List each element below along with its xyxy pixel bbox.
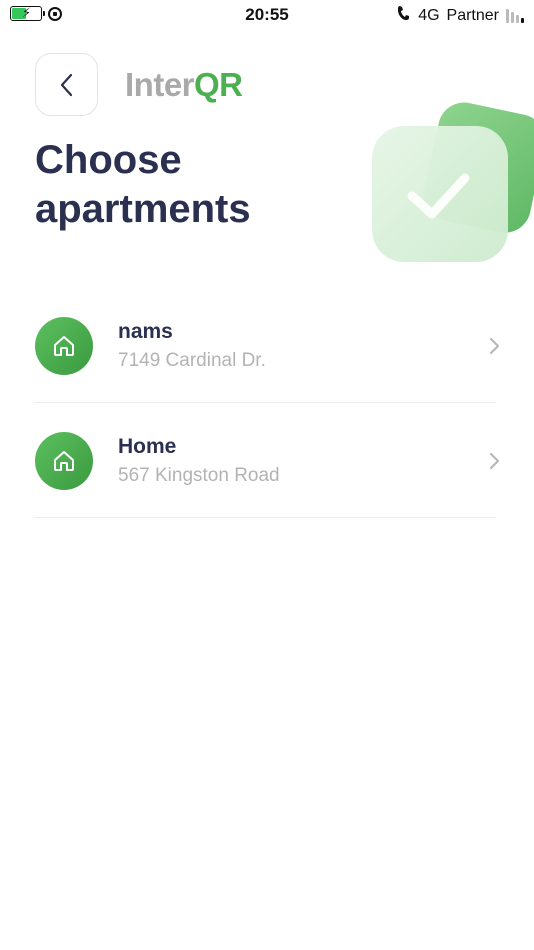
back-button[interactable] [35,53,98,116]
chevron-left-icon [60,73,72,96]
chevron-right-icon [489,452,500,470]
call-forwarding-icon [397,5,411,26]
carrier-label: Partner [446,6,499,24]
apartment-row-nams[interactable]: nams 7149 Cardinal Dr. [35,288,500,403]
home-icon [35,432,93,490]
signal-icon [506,8,524,23]
apartment-name: Home [118,435,177,458]
apartment-name: nams [118,320,173,343]
apartment-row-home[interactable]: Home 567 Kingston Road [35,403,500,518]
status-right: 4G Partner [397,5,524,26]
status-bar: ⚡ 20:55 4G Partner [0,0,534,30]
apartment-list: nams 7149 Cardinal Dr. Home 567 Kingston… [35,288,500,518]
logo-inter-text: Inter [125,66,195,103]
page-title-line1: Choose [35,138,182,182]
apartment-address: 567 Kingston Road [118,465,280,486]
checkmark-cards-illustration [368,98,534,268]
home-icon [35,317,93,375]
network-label: 4G [418,6,440,24]
app-logo: InterQR [125,66,243,104]
apartment-address: 7149 Cardinal Dr. [118,350,266,371]
page-title-line2: apartments [35,187,251,231]
page-title: Choose apartments [35,136,335,234]
chevron-right-icon [489,337,500,355]
logo-qr-text: QR [194,66,243,103]
